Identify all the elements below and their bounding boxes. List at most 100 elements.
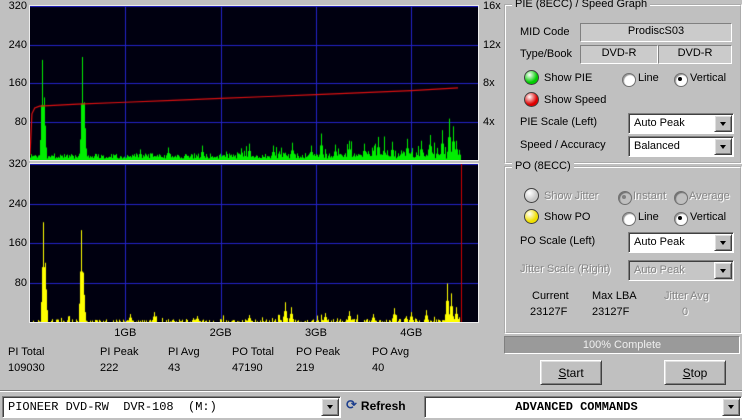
jitter-scale-dropdown-arrow-icon [714, 262, 732, 279]
mid-code-value: ProdiscS03 [580, 23, 732, 42]
po-y-axis-tick-label: 160 [2, 237, 27, 249]
max-lba-label: Max LBA [592, 290, 637, 302]
pie-scale-value: Auto Peak [634, 116, 715, 132]
show-jitter-led-toggle [524, 188, 539, 203]
current-label: Current [532, 290, 569, 302]
po-vertical-label: Vertical [690, 211, 726, 223]
stop-button[interactable]: Stop [664, 360, 726, 385]
app-window: 3202401608016x12x8x4x320240160801GB2GB3G… [0, 0, 742, 420]
current-value: 23127F [530, 306, 567, 318]
chevron-down-icon [720, 269, 726, 273]
progress-text: 100% Complete [583, 339, 661, 351]
jitter-avg-label: Jitter Avg [664, 290, 709, 302]
advanced-dropdown-arrow-icon[interactable] [722, 398, 740, 416]
po-y-axis-tick-label: 320 [2, 158, 27, 170]
stat-pi-peak: PI Peak 222 [100, 346, 139, 374]
stat-value: 47190 [232, 362, 274, 374]
stat-label: PI Avg [168, 346, 200, 362]
stat-po-peak: PO Peak 219 [296, 346, 340, 374]
jitter-instant-label: Instant [633, 190, 666, 202]
show-po-label: Show PO [544, 211, 590, 223]
stat-value: 219 [296, 362, 340, 374]
pie-vertical-radio[interactable] [674, 73, 688, 87]
scan-statistics: PI Total 109030 PI Peak 222 PI Avg 43 PO… [0, 346, 500, 386]
drive-select-value: PIONEER DVD-RW DVR-108 (M:) [8, 399, 322, 416]
advanced-commands-value: ADVANCED COMMANDS [430, 399, 723, 416]
stat-label: PI Peak [100, 346, 139, 362]
type-book-value-2: DVD-R [658, 45, 732, 64]
stat-label: PI Total [8, 346, 45, 362]
stat-po-total: PO Total 47190 [232, 346, 274, 374]
x-axis-tick-label: 2GB [207, 327, 235, 339]
jitter-avg-value: 0 [682, 306, 688, 318]
jitter-average-label: Average [689, 190, 730, 202]
po-group: PO (8ECC) Show Jitter Instant Average Sh… [504, 166, 742, 334]
pie-speed-group: PIE (8ECC) / Speed Graph MID Code Prodis… [504, 4, 742, 164]
chevron-down-icon [327, 405, 333, 409]
stat-pi-total: PI Total 109030 [8, 346, 45, 374]
pie-group-title: PIE (8ECC) / Speed Graph [512, 0, 650, 10]
jitter-scale-combo: Auto Peak [628, 260, 734, 281]
stat-pi-avg: PI Avg 43 [168, 346, 200, 374]
stat-po-avg: PO Avg 40 [372, 346, 409, 374]
type-book-value-1: DVD-R [580, 45, 658, 64]
stat-label: PO Total [232, 346, 274, 362]
po-line-radio[interactable] [622, 212, 636, 226]
pie-line-label: Line [638, 72, 659, 84]
po-group-title: PO (8ECC) [512, 160, 574, 172]
refresh-button[interactable]: ⟳ Refresh [346, 397, 406, 415]
stat-value: 109030 [8, 362, 45, 374]
stat-label: PO Avg [372, 346, 409, 362]
show-pie-label: Show PIE [544, 72, 592, 84]
show-jitter-label: Show Jitter [544, 190, 598, 202]
po-line-label: Line [638, 211, 659, 223]
pie-scale-dropdown-arrow-icon[interactable] [714, 115, 732, 132]
jitter-scale-value: Auto Peak [634, 263, 715, 279]
pie-y-axis-tick-label: 160 [2, 77, 27, 89]
speed-accuracy-dropdown-arrow-icon[interactable] [714, 138, 732, 155]
stat-value: 40 [372, 362, 409, 374]
refresh-label: Refresh [361, 399, 406, 413]
speed-accuracy-value: Balanced [634, 139, 715, 155]
po-scale-label: PO Scale (Left) [520, 235, 595, 247]
pie-scale-combo[interactable]: Auto Peak [628, 113, 734, 134]
jitter-scale-label: Jitter Scale (Right) [520, 263, 610, 275]
drive-dropdown-arrow-icon[interactable] [321, 398, 339, 416]
po-vertical-radio[interactable] [674, 212, 688, 226]
pie-scale-label: PIE Scale (Left) [520, 116, 597, 128]
drive-select[interactable]: PIONEER DVD-RW DVR-108 (M:) [2, 396, 341, 418]
chevron-down-icon [720, 241, 726, 245]
po-scale-value: Auto Peak [634, 235, 715, 251]
stat-value: 222 [100, 362, 139, 374]
chevron-down-icon [728, 405, 734, 409]
max-lba-value: 23127F [592, 306, 629, 318]
show-pie-led-toggle[interactable] [524, 70, 539, 85]
type-book-label: Type/Book [520, 48, 572, 60]
show-speed-label: Show Speed [544, 94, 606, 106]
po-y-axis-tick-label: 240 [2, 198, 27, 210]
pie-line-radio[interactable] [622, 73, 636, 87]
show-speed-led-toggle[interactable] [524, 92, 539, 107]
po-scale-combo[interactable]: Auto Peak [628, 232, 734, 253]
po-scale-dropdown-arrow-icon[interactable] [714, 234, 732, 251]
speed-accuracy-label: Speed / Accuracy [520, 139, 606, 151]
x-axis-tick-label: 1GB [111, 327, 139, 339]
po-chart [30, 164, 478, 322]
mid-code-label: MID Code [520, 26, 570, 38]
separator [0, 390, 742, 392]
chevron-down-icon [720, 145, 726, 149]
stat-value: 43 [168, 362, 200, 374]
stat-label: PO Peak [296, 346, 340, 362]
start-button[interactable]: Start [540, 360, 602, 385]
pie-y-axis-tick-label: 320 [2, 0, 27, 12]
advanced-commands-select[interactable]: ADVANCED COMMANDS [424, 396, 742, 418]
chevron-down-icon [720, 122, 726, 126]
pie-y-axis-tick-label: 80 [2, 116, 27, 128]
speed-accuracy-combo[interactable]: Balanced [628, 136, 734, 157]
progress-bar: 100% Complete [504, 336, 740, 354]
refresh-icon: ⟳ [346, 399, 357, 413]
show-po-led-toggle[interactable] [524, 209, 539, 224]
pie-vertical-label: Vertical [690, 72, 726, 84]
pie-speed-chart [30, 6, 478, 160]
jitter-instant-radio [618, 191, 632, 205]
